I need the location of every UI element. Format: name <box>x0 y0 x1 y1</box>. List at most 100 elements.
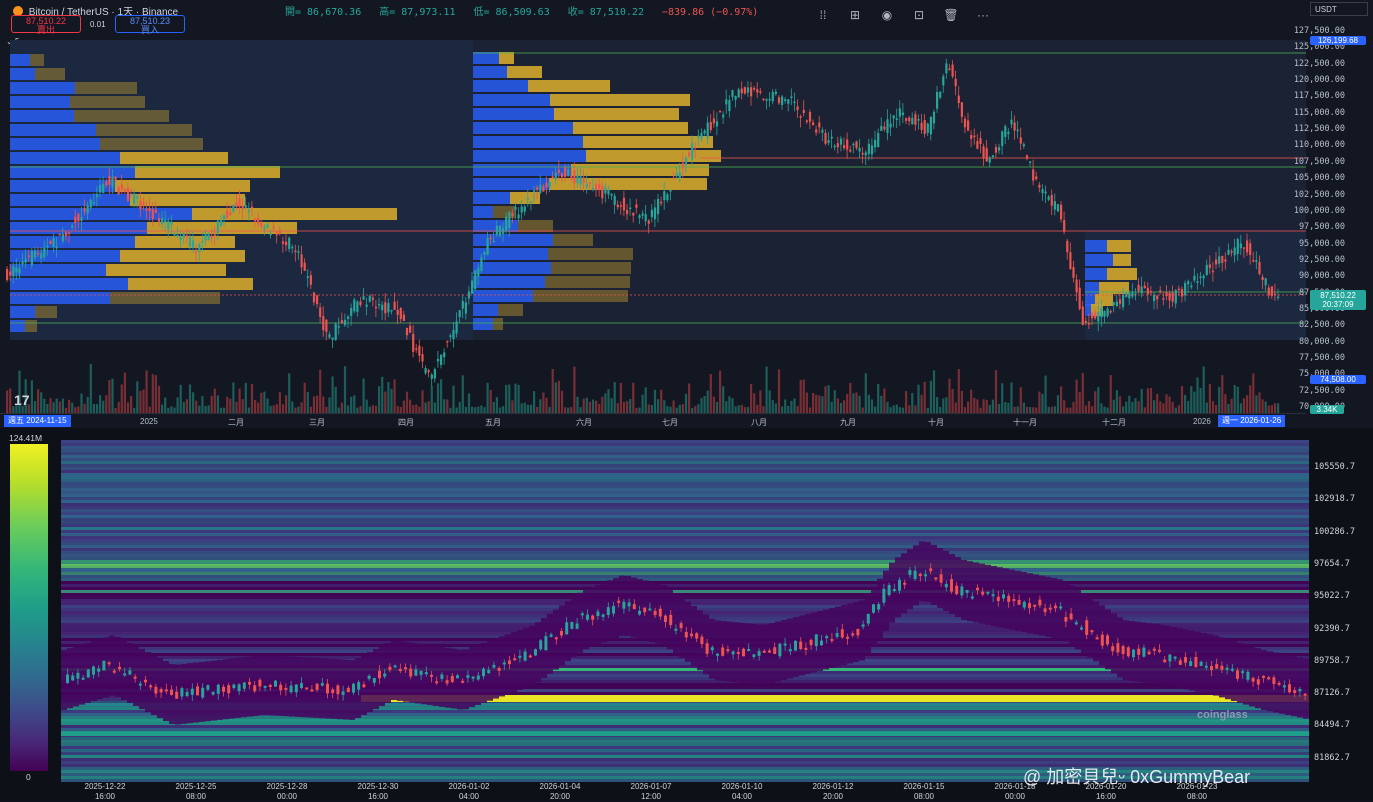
candle-body <box>294 250 297 253</box>
heat-band-strong <box>61 590 1309 593</box>
vp3-bar-down <box>1107 268 1137 280</box>
volume-bar <box>272 405 275 413</box>
heat-time-tick: 2026-01-10 04:00 <box>721 782 763 801</box>
eye-icon[interactable]: ◉ <box>876 6 898 24</box>
volume-bar <box>765 366 768 413</box>
candle-body <box>991 155 994 158</box>
heatmap-plot[interactable] <box>61 440 1309 782</box>
volume-bar <box>852 393 855 413</box>
heat-candle-body <box>430 674 433 677</box>
volume-bar <box>545 397 548 413</box>
candle-body <box>464 302 467 314</box>
vp2-bar-down <box>507 66 542 78</box>
heat-candle-body <box>1262 675 1265 678</box>
heat-candle-body <box>747 649 751 652</box>
volume-bar <box>1227 403 1230 413</box>
vp1-bar-down <box>128 278 253 290</box>
object-tree-icon[interactable]: ⊞ <box>844 6 866 24</box>
sell-button[interactable]: 87,510.22 賣出 <box>11 15 81 35</box>
volume-bar <box>374 405 378 413</box>
start-date-badge: 週五 2024-11-15 <box>4 415 71 427</box>
volume-bar <box>71 402 74 413</box>
candle-body <box>1267 287 1270 296</box>
candle-body <box>436 358 440 362</box>
currency-select[interactable]: USDT <box>1310 2 1368 16</box>
heat-clear-zone <box>1291 656 1297 717</box>
heatmap-price-axis[interactable]: 105550.7 102918.7 100286.7 97654.7 95022.7 92… <box>1309 440 1373 782</box>
volume-bar <box>334 386 337 413</box>
lock-icon[interactable]: ⊡ <box>908 6 930 24</box>
heat-candle-body <box>1251 677 1255 682</box>
vp2-bar-down <box>498 304 523 316</box>
buy-button[interactable]: 87,510.23 買入 <box>115 15 185 35</box>
heat-candle-body <box>138 683 142 686</box>
candle-body <box>982 146 985 159</box>
price-chart-panel[interactable]: Bitcoin / TetherUS · 1天 · Binance 開= 86,6… <box>0 0 1373 428</box>
candle-body <box>219 219 223 226</box>
candle-body <box>1146 287 1149 295</box>
candle-body <box>378 303 381 306</box>
heat-clear-zone <box>331 658 337 719</box>
candle-body <box>1010 119 1013 125</box>
candle-body <box>343 319 347 326</box>
candle-body <box>827 140 830 143</box>
heat-candle-body <box>757 651 761 656</box>
heat-clear-zone <box>157 658 163 718</box>
heat-candle-body <box>591 615 595 620</box>
heat-candle-body <box>294 684 298 693</box>
candle-body <box>963 118 967 128</box>
volume-bar <box>502 406 505 413</box>
candle-body <box>567 168 570 176</box>
volume-bar <box>204 405 207 413</box>
vp1-bar-down <box>192 208 397 220</box>
more-icon[interactable]: ··· <box>972 6 994 24</box>
volume-bar <box>151 374 154 413</box>
liquidation-heatmap-panel[interactable]: 124.41M 0 105550.7 102918.7 100286.7 97654.… <box>0 428 1373 801</box>
candle-body <box>948 68 951 71</box>
candle-body <box>235 202 238 208</box>
candle-body <box>192 240 195 248</box>
vp1-bar-up <box>10 194 130 206</box>
ohlc-open: 開= 86,670.36 <box>285 7 362 18</box>
candle-body <box>1122 295 1125 308</box>
volume-bar <box>102 400 105 413</box>
heat-candle-body <box>336 685 340 695</box>
candle-body <box>350 308 353 316</box>
vp1-bar-up <box>10 208 192 220</box>
trash-icon[interactable]: 🗑 <box>940 6 962 24</box>
heat-candle-body <box>736 652 740 655</box>
vp1-bar-down <box>35 68 65 80</box>
volume-bar <box>945 397 948 413</box>
heat-candle-body <box>809 639 813 646</box>
candle-body <box>1097 312 1100 322</box>
candle-body <box>657 198 660 215</box>
heat-candle-body <box>544 636 548 651</box>
volume-bar <box>827 385 830 413</box>
grid-icon[interactable]: ⁞⁞ <box>812 6 834 24</box>
candle-body <box>1221 255 1224 263</box>
volume-bar <box>126 402 130 413</box>
candle-body <box>223 215 226 220</box>
candle-body <box>957 95 960 103</box>
heat-time-tick: 2026-01-12 20:00 <box>812 782 854 801</box>
volume-bar <box>1211 401 1215 413</box>
time-axis[interactable]: 週五 2024-11-15 週一 2026-01-26 2025 二月 三月 四月 五月… <box>0 413 1306 429</box>
countdown: 20:37:09 <box>1322 300 1354 309</box>
candle-body <box>297 251 300 253</box>
candle-body <box>424 367 427 374</box>
candle-body <box>238 198 241 207</box>
candle-body <box>945 63 948 74</box>
price-axis[interactable]: 127,500.00 125,000.00 122,500.00 120,000.00… <box>1294 26 1373 414</box>
volume-bar <box>1022 402 1025 413</box>
candle-body <box>1063 220 1066 232</box>
candle-body <box>452 330 455 339</box>
candle-body <box>843 145 846 149</box>
candle-body <box>728 100 731 112</box>
heat-candle-body <box>830 638 834 641</box>
volume-bar <box>802 379 805 413</box>
volume-bar <box>430 386 433 413</box>
heat-price-tick: 87126.7 <box>1314 688 1350 699</box>
candlestick-plot[interactable]: 17 <box>0 40 1306 413</box>
volume-bar <box>883 388 886 413</box>
candle-body <box>402 314 405 321</box>
